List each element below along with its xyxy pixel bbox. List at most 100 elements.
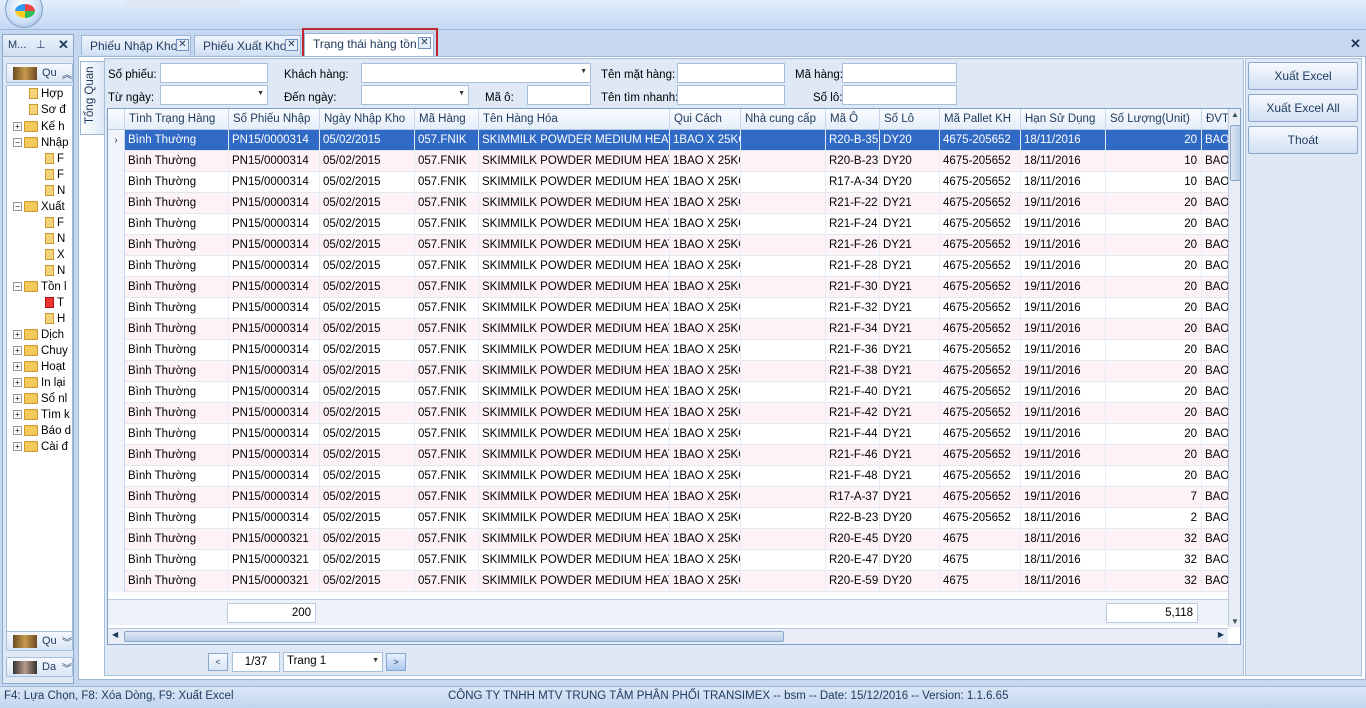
table-row[interactable]: › Bình Thường PN15/0000314 05/02/2015 057.FN… xyxy=(108,130,1232,151)
xuat-excel-all-button[interactable]: Xuất Excel All xyxy=(1248,94,1358,122)
app-orb-button[interactable] xyxy=(5,0,43,28)
next-page-button[interactable]: > xyxy=(386,653,406,671)
tree-node[interactable]: F xyxy=(45,169,64,185)
tree-node[interactable]: H xyxy=(45,313,65,329)
tree-node[interactable]: F xyxy=(45,217,64,233)
table-row[interactable]: Bình Thường PN15/0000321 05/02/2015 057.FNI… xyxy=(108,550,1232,571)
ma-hang-input[interactable] xyxy=(842,63,957,83)
xuat-excel-button[interactable]: Xuất Excel xyxy=(1248,62,1358,90)
nav-group-button[interactable]: Da ︾ xyxy=(6,657,73,677)
previous-page-button[interactable]: < xyxy=(208,653,228,671)
expand-toggle-icon[interactable]: − xyxy=(13,138,22,148)
tree-node[interactable]: + Kế h xyxy=(13,121,65,137)
expand-toggle-icon[interactable]: + xyxy=(13,378,22,388)
scroll-right-icon[interactable]: ▶ xyxy=(1218,630,1224,639)
nav-group-button[interactable]: Qu ︾ xyxy=(6,631,73,651)
tree-node[interactable]: + Sổ nl xyxy=(13,393,67,409)
expand-toggle-icon[interactable]: + xyxy=(13,410,22,420)
tree-node[interactable]: F xyxy=(45,153,64,169)
close-icon[interactable]: ✕ xyxy=(58,37,69,53)
table-row[interactable]: Bình Thường PN15/0000314 05/02/2015 057.FNI… xyxy=(108,319,1232,340)
vertical-scrollbar[interactable]: ▲ ▼ xyxy=(1228,109,1240,627)
table-row[interactable]: Bình Thường PN15/0000321 05/02/2015 057.FNI… xyxy=(108,571,1232,592)
tree-node[interactable]: − Nhập xyxy=(13,137,69,153)
table-row[interactable]: Bình Thường PN15/0000314 05/02/2015 057.FNI… xyxy=(108,340,1232,361)
expand-toggle-icon[interactable]: + xyxy=(13,362,22,372)
tree-node[interactable]: Sơ đ xyxy=(29,104,66,120)
column-header[interactable]: Qui Cách xyxy=(670,109,741,130)
table-row[interactable]: Bình Thường PN15/0000314 05/02/2015 057.FNI… xyxy=(108,445,1232,466)
tree-node[interactable]: N xyxy=(45,265,65,281)
tree-node[interactable]: + Dịch xyxy=(13,329,64,345)
table-row[interactable]: Bình Thường PN15/0000314 05/02/2015 057.FNI… xyxy=(108,193,1232,214)
expand-toggle-icon[interactable]: − xyxy=(13,202,22,212)
column-header[interactable]: Tình Trạng Hàng xyxy=(125,109,229,130)
table-row[interactable]: Bình Thường PN15/0000314 05/02/2015 057.FNI… xyxy=(108,487,1232,508)
table-row[interactable]: Bình Thường PN15/0000314 05/02/2015 057.FNI… xyxy=(108,235,1232,256)
page-select[interactable]: Trang 1 ▼ xyxy=(283,652,383,672)
tab-tong-quan[interactable]: Tổng Quan xyxy=(80,61,104,135)
table-row[interactable]: Bình Thường PN15/0000314 05/02/2015 057.FNI… xyxy=(108,424,1232,445)
tree-node[interactable]: N xyxy=(45,233,65,249)
column-header[interactable]: Hạn Sử Dụng xyxy=(1021,109,1106,130)
table-row[interactable]: Bình Thường PN15/0000314 05/02/2015 057.FNI… xyxy=(108,214,1232,235)
table-row[interactable]: Bình Thường PN15/0000321 05/02/2015 057.FNI… xyxy=(108,529,1232,550)
expand-toggle-icon[interactable]: + xyxy=(13,426,22,436)
horizontal-scrollbar[interactable]: ◀ ▶ xyxy=(108,628,1228,644)
expand-toggle-icon[interactable]: − xyxy=(13,282,22,292)
khach-hang-select[interactable]: ▼ xyxy=(361,63,591,83)
so-phieu-input[interactable] xyxy=(160,63,268,83)
table-row[interactable]: Bình Thường PN15/0000314 05/02/2015 057.FNI… xyxy=(108,508,1232,529)
ten-tim-nhanh-input[interactable] xyxy=(677,85,785,105)
pin-icon[interactable]: ⊥ xyxy=(36,38,46,51)
nav-group-button[interactable]: Qu ︽ xyxy=(6,63,73,83)
table-row[interactable]: Bình Thường PN15/0000314 05/02/2015 057.FNI… xyxy=(108,256,1232,277)
expand-toggle-icon[interactable]: + xyxy=(13,346,22,356)
column-header[interactable]: Ngày Nhập Kho xyxy=(320,109,415,130)
scroll-thumb[interactable] xyxy=(124,631,784,642)
ten-mat-hang-input[interactable] xyxy=(677,63,785,83)
scroll-left-icon[interactable]: ◀ xyxy=(112,630,118,639)
tree-node[interactable]: + In lại xyxy=(13,377,65,393)
table-row[interactable]: Bình Thường PN15/0000314 05/02/2015 057.FNI… xyxy=(108,361,1232,382)
table-row[interactable]: Bình Thường PN15/0000314 05/02/2015 057.FNI… xyxy=(108,382,1232,403)
tree-node[interactable]: Hợp xyxy=(29,88,63,104)
tab-phieu-xuat-kho[interactable]: Phiếu Xuất Kho ✕ xyxy=(194,35,301,55)
tab-phieu-nhap-kho[interactable]: Phiếu Nhập Kho ✕ xyxy=(81,35,191,55)
table-row[interactable]: Bình Thường PN15/0000314 05/02/2015 057.FNI… xyxy=(108,298,1232,319)
tree-node[interactable]: X xyxy=(45,249,65,265)
scroll-thumb[interactable] xyxy=(1230,125,1240,181)
column-header[interactable]: Nhà cung cấp xyxy=(741,109,826,130)
expand-toggle-icon[interactable]: + xyxy=(13,330,22,340)
tree-node[interactable]: T xyxy=(45,297,64,313)
column-header[interactable]: Số Lượng(Unit) xyxy=(1106,109,1202,130)
expand-toggle-icon[interactable]: + xyxy=(13,394,22,404)
table-row[interactable]: Bình Thường PN15/0000314 05/02/2015 057.FNI… xyxy=(108,172,1232,193)
expand-toggle-icon[interactable]: + xyxy=(13,122,22,132)
tree-node[interactable]: − Xuất xyxy=(13,201,65,217)
close-all-icon[interactable]: ✕ xyxy=(1350,36,1361,52)
tree-node[interactable]: − Tồn l xyxy=(13,281,67,297)
column-header[interactable]: Tên Hàng Hóa xyxy=(479,109,670,130)
column-header[interactable]: Số Phiếu Nhập xyxy=(229,109,320,130)
thoat-button[interactable]: Thoát xyxy=(1248,126,1358,154)
tree-node[interactable]: + Cài đ xyxy=(13,441,68,457)
column-header[interactable]: Mã Pallet KH xyxy=(940,109,1021,130)
tree-node[interactable]: + Báo d xyxy=(13,425,71,441)
column-header[interactable]: Mã Hàng xyxy=(415,109,479,130)
tree-node[interactable]: + Tìm k xyxy=(13,409,70,425)
close-tab-icon[interactable]: ✕ xyxy=(176,39,189,51)
den-ngay-picker[interactable]: ▼ xyxy=(361,85,469,105)
scroll-up-icon[interactable]: ▲ xyxy=(1231,110,1239,119)
column-header[interactable]: Số Lô xyxy=(880,109,940,130)
scroll-down-icon[interactable]: ▼ xyxy=(1231,617,1239,626)
table-row[interactable]: Bình Thường PN15/0000314 05/02/2015 057.FNI… xyxy=(108,151,1232,172)
table-row[interactable]: Bình Thường PN15/0000314 05/02/2015 057.FNI… xyxy=(108,403,1232,424)
tree-node[interactable]: + Chuy xyxy=(13,345,68,361)
tu-ngay-picker[interactable]: ▼ xyxy=(160,85,268,105)
close-tab-icon[interactable]: ✕ xyxy=(285,39,298,51)
tree-node[interactable]: N xyxy=(45,185,65,201)
ma-o-input[interactable] xyxy=(527,85,591,105)
table-row[interactable]: Bình Thường PN15/0000314 05/02/2015 057.FNI… xyxy=(108,466,1232,487)
expand-toggle-icon[interactable]: + xyxy=(13,442,22,452)
